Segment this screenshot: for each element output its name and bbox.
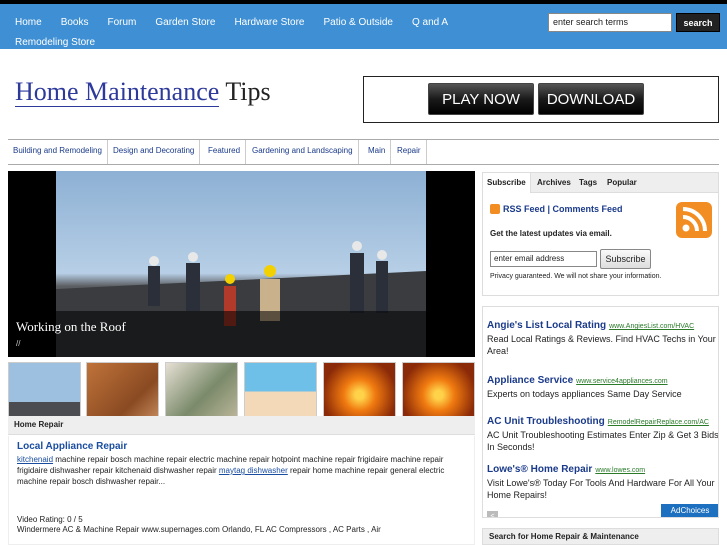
- ad-block: Angie's List Local Rating www.AngiesList.…: [482, 306, 719, 518]
- feed-links[interactable]: RSS Feed | Comments Feed: [503, 204, 623, 214]
- cat-repair[interactable]: Repair: [392, 140, 427, 164]
- subscribe-button[interactable]: Subscribe: [600, 249, 651, 269]
- ad-title[interactable]: Angie's List Local Rating: [487, 320, 606, 331]
- ad-desc: Visit Lowe's® Today For Tools And Hardwa…: [487, 478, 715, 500]
- ad-title[interactable]: Lowe's® Home Repair: [487, 464, 592, 475]
- ad-ac-unit[interactable]: AC Unit Troubleshooting RemodelRepairRepl…: [487, 411, 719, 453]
- tab-archives[interactable]: Archives: [533, 173, 575, 193]
- nav-forum[interactable]: Forum: [107, 13, 136, 33]
- nav-qanda[interactable]: Q and A: [412, 13, 448, 33]
- play-now-button[interactable]: PLAY NOW: [428, 83, 534, 115]
- ad-title[interactable]: Appliance Service: [487, 375, 573, 386]
- featured-slideshow[interactable]: Working on the Roof //: [8, 171, 475, 357]
- category-bar: Building and Remodeling Design and Decor…: [8, 139, 719, 165]
- search-section-title: Search for Home Repair & Maintenance: [482, 528, 719, 545]
- ad-desc: Read Local Ratings & Reviews. Find HVAC …: [487, 334, 716, 356]
- nav-garden-store[interactable]: Garden Store: [155, 13, 215, 33]
- nav-links: Home Books Forum Garden Store Hardware Store…: [9, 13, 529, 73]
- email-field[interactable]: enter email address: [490, 251, 597, 267]
- logo-main: Home Maintenance: [15, 77, 220, 107]
- cat-featured[interactable]: Featured: [203, 140, 247, 164]
- ad-desc: AC Unit Troubleshooting Estimates Enter …: [487, 430, 719, 452]
- main-nav: Home Books Forum Garden Store Hardware Store…: [0, 4, 727, 68]
- ad-lowes[interactable]: Lowe's® Home Repair www.lowes.com Visit Lo…: [487, 459, 718, 501]
- ad-url[interactable]: www.AngiesList.com/HVAC: [609, 323, 694, 330]
- updates-text: Get the latest updates via email.: [490, 229, 612, 238]
- nav-videos[interactable]: Videos: [15, 56, 45, 70]
- cat-design[interactable]: Design and Decorating: [108, 140, 201, 164]
- sidebar-tabs: Subscribe Archives Tags Popular: [482, 172, 719, 193]
- rss-icon: [490, 204, 500, 214]
- rss-large-icon[interactable]: [676, 202, 712, 238]
- slide-title[interactable]: Working on the Roof: [16, 319, 126, 335]
- nav-patio[interactable]: Patio & Outside: [323, 13, 392, 33]
- tab-popular[interactable]: Popular: [603, 173, 641, 193]
- cat-main[interactable]: Main: [363, 140, 392, 164]
- ad-url[interactable]: www.lowes.com: [595, 467, 645, 474]
- download-button[interactable]: DOWNLOAD: [538, 83, 644, 115]
- post-title[interactable]: Local Appliance Repair: [17, 441, 127, 452]
- nav-books[interactable]: Books: [61, 13, 89, 33]
- ad-title[interactable]: AC Unit Troubleshooting: [487, 416, 605, 427]
- ad-appliance[interactable]: Appliance Service www.service4appliances.…: [487, 370, 718, 400]
- ad-prev-icon[interactable]: <: [487, 511, 498, 517]
- section-title[interactable]: Home Repair: [8, 416, 475, 435]
- nav-remodeling-store[interactable]: Remodeling Store: [15, 33, 95, 53]
- game-ad-banner[interactable]: PLAY NOW DOWNLOAD: [363, 76, 719, 123]
- subscribe-panel: RSS Feed | Comments Feed Get the latest …: [482, 193, 719, 296]
- adchoices-badge[interactable]: AdChoices: [661, 504, 718, 517]
- nav-hardware-store[interactable]: Hardware Store: [234, 13, 304, 33]
- cat-gardening[interactable]: Gardening and Landscaping: [247, 140, 359, 164]
- video-rating: Video Rating: 0 / 5: [17, 515, 83, 524]
- link-maytag[interactable]: maytag dishwasher: [219, 466, 288, 475]
- ad-desc: Experts on todays appliances Same Day Se…: [487, 389, 682, 399]
- slide-subtitle: //: [16, 339, 21, 348]
- ad-url[interactable]: RemodelRepairReplace.com/AC: [608, 419, 709, 426]
- post-more-text: Windermere AC & Machine Repair www.super…: [17, 525, 381, 534]
- cat-building[interactable]: Building and Remodeling: [8, 140, 108, 164]
- ad-url[interactable]: www.service4appliances.com: [576, 378, 667, 385]
- site-logo[interactable]: Home Maintenance Tips: [15, 77, 271, 107]
- tab-tags[interactable]: Tags: [575, 173, 601, 193]
- privacy-text: Privacy guaranteed. We will not share yo…: [490, 273, 662, 280]
- search-input[interactable]: enter search terms: [548, 13, 672, 32]
- logo-tips: Tips: [225, 77, 271, 106]
- ad-nav: <>: [487, 505, 511, 517]
- slide-caption: Working on the Roof //: [8, 311, 475, 357]
- ad-angies[interactable]: Angie's List Local Rating www.AngiesList.…: [487, 315, 718, 357]
- search-button[interactable]: search: [676, 13, 720, 32]
- post-excerpt: kitchenaid machine repair bosch machine …: [17, 454, 447, 487]
- link-kitchenaid[interactable]: kitchenaid: [17, 455, 53, 464]
- post-list: Local Appliance Repair kitchenaid machin…: [8, 436, 475, 545]
- nav-home[interactable]: Home: [15, 13, 42, 33]
- tab-subscribe[interactable]: Subscribe: [483, 173, 531, 193]
